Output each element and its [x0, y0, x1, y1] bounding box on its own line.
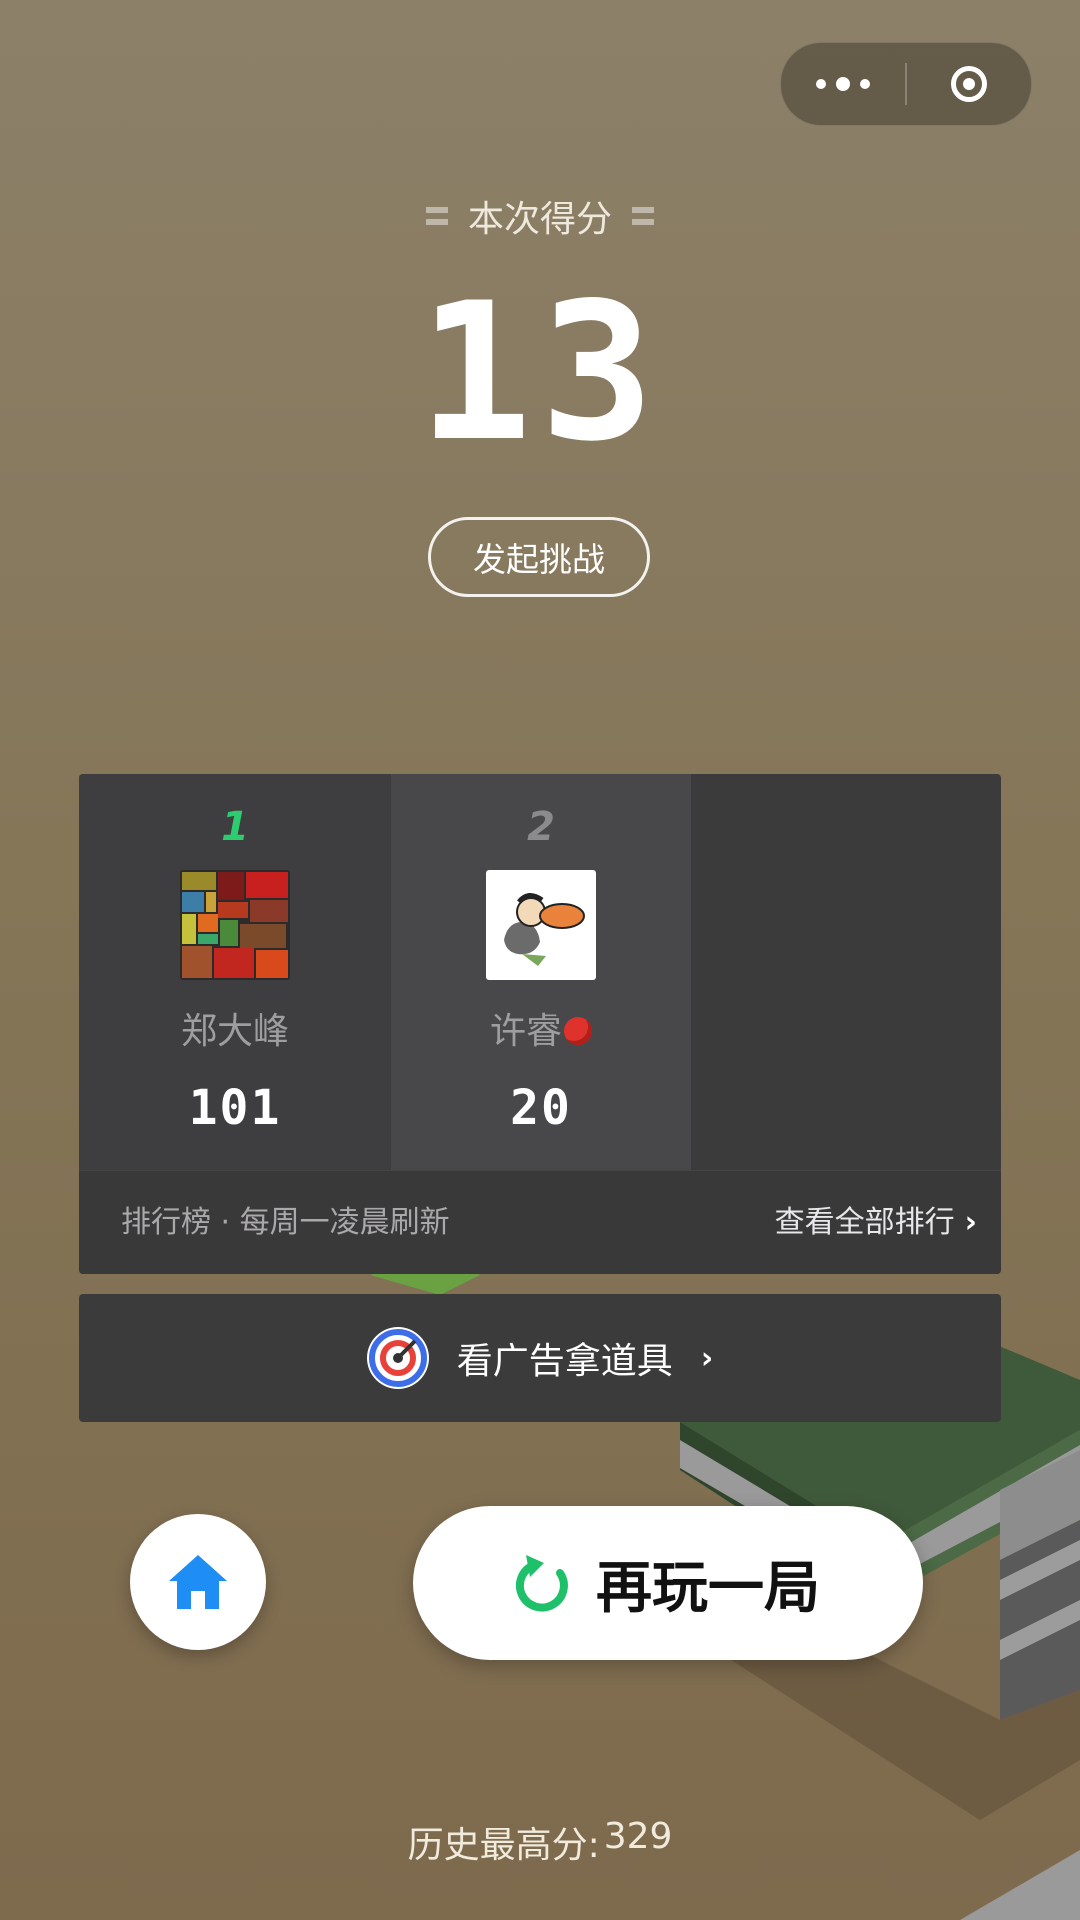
dart-target-icon	[366, 1327, 429, 1389]
avatar	[180, 870, 290, 980]
leaderboard: 1 郑大峰 101 2 许睿 20 排行榜 · 每周一凌晨刷新 查看全部排行 ›	[79, 774, 1001, 1274]
home-icon	[169, 1555, 227, 1609]
decor-bars-right	[632, 207, 654, 225]
rank-number: 1	[221, 804, 249, 850]
challenge-button[interactable]: 发起挑战	[428, 517, 650, 597]
replay-label: 再玩一局	[596, 1555, 820, 1621]
decor-bars-left	[425, 207, 448, 225]
leaderboard-footer: 排行榜 · 每周一凌晨刷新 查看全部排行 ›	[79, 1170, 1001, 1274]
target-circle-icon[interactable]	[906, 43, 1031, 125]
current-score: 13	[417, 262, 663, 483]
score-title-text: 本次得分	[467, 199, 612, 240]
home-button[interactable]	[130, 1514, 266, 1650]
avatar	[486, 870, 596, 980]
player-score: 20	[510, 1080, 572, 1136]
more-dots-icon[interactable]	[781, 43, 905, 125]
best-score-value: 329	[603, 1816, 673, 1857]
view-all-ranking-link[interactable]: 查看全部排行 ›	[775, 1171, 977, 1274]
mini-program-capsule	[780, 42, 1032, 126]
chevron-right-icon: ›	[700, 1340, 714, 1376]
chevron-right-icon: ›	[964, 1205, 977, 1240]
view-all-label: 查看全部排行	[774, 1205, 955, 1240]
player-score: 101	[188, 1080, 282, 1136]
best-score: 历史最高分: 329	[0, 1816, 1080, 1868]
apple-icon	[564, 1017, 592, 1045]
leaderboard-entry[interactable]: 2 许睿 20	[391, 774, 691, 1170]
rank-number: 2	[527, 804, 555, 850]
player-name: 许睿	[391, 1002, 691, 1054]
watch-ad-button[interactable]: 看广告拿道具 ›	[79, 1294, 1001, 1422]
refresh-icon	[516, 1555, 568, 1612]
replay-button[interactable]: 再玩一局	[413, 1506, 923, 1660]
best-score-label: 历史最高分:	[407, 1825, 600, 1866]
leaderboard-info: 排行榜 · 每周一凌晨刷新	[121, 1205, 450, 1240]
watch-ad-label: 看广告拿道具	[456, 1341, 673, 1382]
player-name: 郑大峰	[180, 1011, 289, 1052]
score-title: 本次得分	[0, 190, 1080, 242]
leaderboard-entry[interactable]: 1 郑大峰 101	[79, 774, 391, 1170]
